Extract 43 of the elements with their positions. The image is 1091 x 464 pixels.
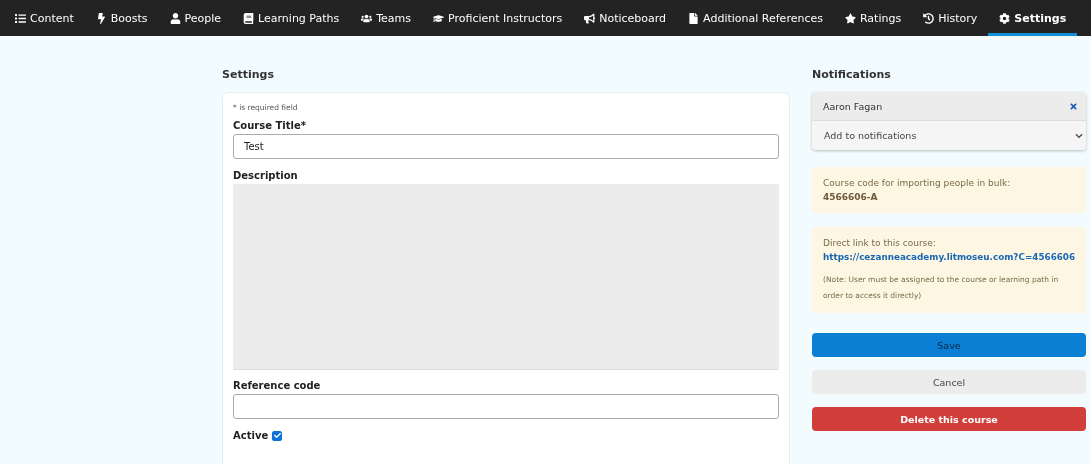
course-code-label: Course code for importing people in bulk: [823, 177, 1012, 190]
nav-tab[interactable]: Noticeboard [573, 0, 678, 36]
bolt-icon [95, 12, 107, 24]
close-icon[interactable] [1069, 101, 1078, 111]
nav-tab[interactable]: Proficient Instructors [422, 0, 574, 36]
notifications-select[interactable]: Add to notifications [812, 121, 1086, 150]
megaphone-icon [584, 12, 596, 24]
section-heading: Settings [222, 68, 275, 81]
course-link[interactable]: https://cezanneacademy.litmoseu.com?C=4566606 [823, 250, 1075, 264]
field-label: Reference code [233, 380, 322, 391]
direct-link-label: Direct link to this course: [823, 237, 937, 250]
star-icon [844, 12, 856, 24]
active-checkbox[interactable] [272, 430, 283, 441]
nav-tab[interactable]: Boosts [84, 0, 159, 36]
save-button[interactable]: Save [812, 333, 1086, 357]
reference-code-field[interactable] [233, 394, 779, 419]
nav-tab[interactable]: People [158, 0, 233, 36]
nav-tab[interactable]: History [912, 0, 989, 36]
history-icon [923, 12, 935, 24]
nav-tab[interactable]: Settings [988, 0, 1078, 36]
section-heading: Notifications [812, 68, 892, 81]
field-label: Course Title* [233, 120, 307, 131]
nav-tab[interactable]: Content [4, 0, 85, 36]
nav-tab[interactable]: Teams [350, 0, 423, 36]
chevron-down-icon [1075, 131, 1083, 140]
field-label: Description [233, 170, 299, 181]
nav-tab[interactable]: Additional References [677, 0, 834, 36]
nav-tab[interactable]: Learning Paths [232, 0, 351, 36]
graduation-cap-icon [433, 12, 445, 24]
list-icon [15, 12, 26, 24]
settings-icon [999, 12, 1011, 24]
field-label: Active [233, 430, 269, 441]
course-title-field[interactable]: Test [233, 134, 779, 159]
book-icon [243, 12, 255, 24]
course-code: 4566606-A [823, 191, 879, 204]
description-field[interactable] [233, 184, 779, 370]
users-icon [361, 12, 373, 24]
delete-button[interactable]: Delete this course [812, 407, 1086, 431]
cancel-button[interactable]: Cancel [812, 370, 1086, 394]
recipient-name: Aaron Fagan [823, 100, 883, 112]
user-icon [169, 12, 181, 24]
file-icon [688, 12, 700, 24]
nav-tab[interactable]: Ratings [833, 0, 913, 36]
